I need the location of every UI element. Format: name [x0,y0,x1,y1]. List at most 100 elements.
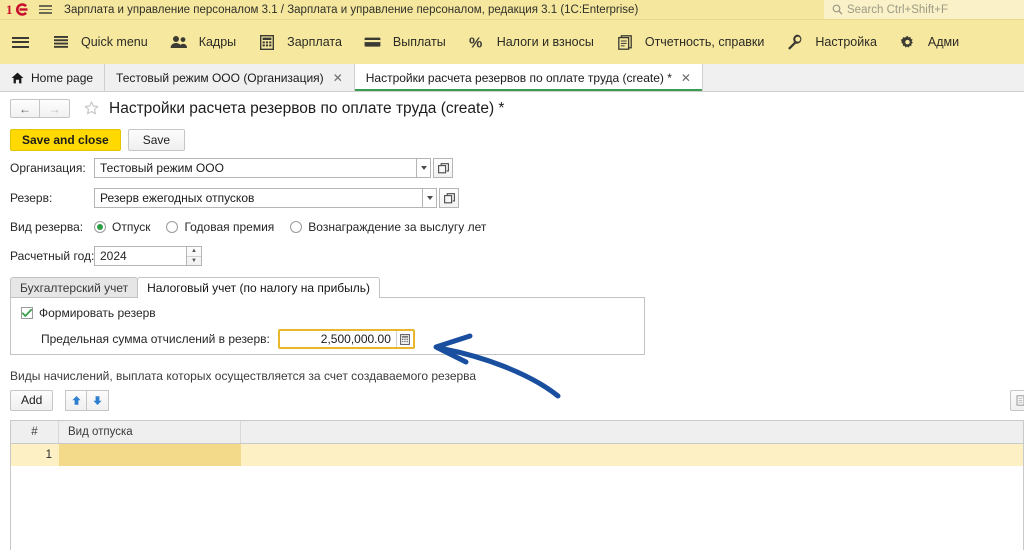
table-header-row: # Вид отпуска [11,421,1023,444]
close-icon[interactable]: ✕ [333,72,343,84]
stepper-down-icon[interactable]: ▼ [187,257,201,266]
stepper-arrows[interactable]: ▲ ▼ [186,246,202,266]
cell-vid-otpuska[interactable] [59,444,241,466]
accrual-types-table[interactable]: # Вид отпуска 1 [10,420,1024,550]
navigate-forward-button[interactable]: → [40,99,70,118]
reserve-label: Резерв: [10,191,94,205]
tab-label: Настройки расчета резервов по оплате тру… [366,71,672,85]
radio-option-godovaya-premiya[interactable]: Годовая премия [166,220,274,234]
limit-amount-field[interactable]: 2,500,000.00 [278,329,415,349]
reserve-open-list-button[interactable] [439,188,459,208]
radio-mark[interactable] [166,221,178,233]
section-label: Выплаты [393,35,446,49]
checkbox-form-reserve[interactable] [21,307,33,319]
accounting-tabs: Бухгалтерский учет Налоговый учет (по на… [0,277,1024,298]
section-label: Адми [928,35,959,49]
tax-accounting-panel: Формировать резерв Предельная сумма отчи… [10,297,645,355]
table-more-button[interactable] [1010,390,1024,411]
arrow-up-icon[interactable] [65,390,87,411]
calculator-icon[interactable] [396,331,413,347]
move-row-buttons [65,390,109,411]
tab-home-page[interactable]: Home page [0,64,105,91]
section-vyplaty[interactable]: Выплаты [352,20,456,64]
radio-option-otpusk[interactable]: Отпуск [94,220,150,234]
home-icon [11,72,24,84]
table-toolbar: Add [0,390,1024,411]
radio-label: Вознаграждение за выслугу лет [308,220,486,234]
tab-tax-accounting[interactable]: Налоговый учет (по налогу на прибыль) [137,277,380,298]
card-icon [362,36,384,48]
form-command-bar: Save and close Save [0,125,1024,155]
form-title-row: ← → Настройки расчета резервов по оплате… [0,92,1024,125]
percent-icon: % [466,35,488,50]
section-quick-menu[interactable]: Quick menu [40,20,158,64]
form-fields: Организация: Тестовый режим ООО Резерв: … [0,155,1024,269]
window-titlebar: 1 Зарплата и управление персоналом 3.1 /… [0,0,1024,20]
sections-panel: Quick menu Кадры Зарпл [0,20,1024,64]
checkbox-label: Формировать резерв [39,306,156,320]
arrow-down-icon[interactable] [87,390,109,411]
organization-open-list-button[interactable] [433,158,453,178]
tab-accounting[interactable]: Бухгалтерский учет [10,277,138,298]
reserve-input[interactable]: Резерв ежегодных отпусков [94,188,437,208]
section-kadry[interactable]: Кадры [158,20,246,64]
chevron-down-icon[interactable] [416,158,431,178]
reserve-kind-label: Вид резерва: [10,220,94,234]
column-header-blank [241,421,1023,443]
navigate-back-button[interactable]: ← [10,99,40,118]
save-button[interactable]: Save [128,129,185,151]
tab-reserve-settings[interactable]: Настройки расчета резервов по оплате тру… [355,64,703,91]
section-nalogi[interactable]: % Налоги и взносы [456,20,604,64]
tab-label: Тестовый режим ООО (Организация) [116,71,324,85]
radio-mark[interactable] [290,221,302,233]
radio-option-voznagrazhdenie[interactable]: Вознаграждение за выслугу лет [290,220,486,234]
field-row-organization: Организация: Тестовый режим ООО [10,155,1024,181]
calc-year-stepper[interactable]: 2024 ▲ ▼ [94,246,202,266]
page-title: Настройки расчета резервов по оплате тру… [109,100,504,118]
chevron-down-icon[interactable] [422,188,437,208]
save-and-close-button[interactable]: Save and close [10,129,121,151]
search-placeholder-text: Search Ctrl+Shift+F [847,4,948,16]
sections-menu-icon[interactable] [0,37,40,48]
radio-mark-selected[interactable] [94,221,106,233]
field-row-reserve-kind: Вид резерва: Отпуск Годовая премия Возна… [10,214,1024,240]
search-icon [832,4,843,15]
tab-organization[interactable]: Тестовый режим ООО (Организация) ✕ [105,64,355,91]
section-zarplata[interactable]: Зарплата [246,20,352,64]
svg-text:%: % [469,35,482,50]
section-administrirovanie[interactable]: Адми [887,20,969,64]
limit-amount-value[interactable]: 2,500,000.00 [280,331,396,347]
section-label: Кадры [199,35,236,49]
calculator-icon [256,35,278,50]
organization-input[interactable]: Тестовый режим ООО [94,158,431,178]
section-label: Налоги и взносы [497,35,594,49]
cell-blank [241,444,1023,466]
svg-text:1: 1 [6,3,13,16]
list-icon [50,35,72,49]
calc-year-label: Расчетный год: [10,249,94,263]
field-row-reserve: Резерв: Резерв ежегодных отпусков [10,185,1024,211]
section-label: Зарплата [287,35,342,49]
radio-label: Отпуск [112,220,150,234]
form-reserve-checkbox-row[interactable]: Формировать резерв [21,306,644,320]
organization-label: Организация: [10,161,94,175]
gear-icon [897,35,919,50]
close-icon[interactable]: ✕ [681,72,691,84]
organization-value[interactable]: Тестовый режим ООО [94,158,416,178]
global-search-input[interactable]: Search Ctrl+Shift+F [824,0,1024,19]
section-otchetnost[interactable]: Отчетность, справки [604,20,775,64]
hamburger-menu-icon[interactable] [32,5,58,14]
reserve-value[interactable]: Резерв ежегодных отпусков [94,188,422,208]
table-row[interactable]: 1 [11,444,1023,466]
calc-year-value[interactable]: 2024 [94,246,186,266]
add-row-button[interactable]: Add [10,390,53,411]
reserve-kind-radio-group: Отпуск Годовая премия Вознаграждение за … [94,220,502,234]
field-row-calc-year: Расчетный год: 2024 ▲ ▼ [10,243,1024,269]
section-nastroyka[interactable]: Настройка [774,20,887,64]
stepper-up-icon[interactable]: ▲ [187,247,201,257]
star-icon[interactable] [84,101,99,116]
limit-amount-label: Предельная сумма отчислений в резерв: [41,332,270,346]
section-label: Quick menu [81,35,148,49]
documents-icon [614,35,636,50]
table-section-caption: Виды начислений, выплата которых осущест… [0,369,1024,383]
